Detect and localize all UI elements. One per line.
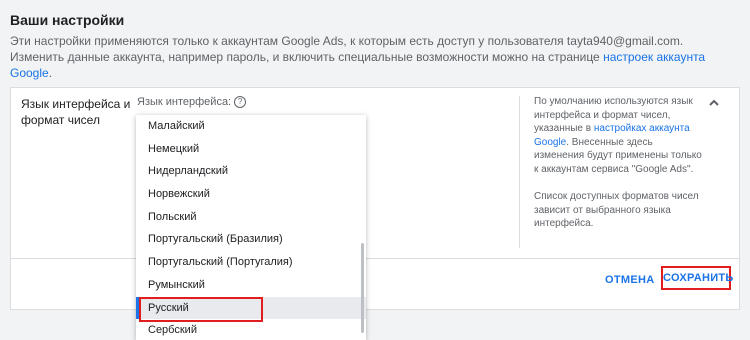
language-settings-card: Язык интерфейса и формат чисел Язык инте…	[10, 87, 740, 310]
dropdown-scrollbar[interactable]	[361, 243, 364, 333]
language-option[interactable]: Норвежский	[136, 183, 366, 206]
language-option[interactable]: Сербский	[136, 319, 366, 340]
settings-description: Эти настройки применяются только к аккау…	[10, 33, 740, 81]
language-option[interactable]: Малайский	[136, 115, 366, 138]
settings-header: Ваши настройки Эти настройки применяются…	[10, 10, 740, 81]
help-paragraph-2: Список доступных форматов чисел зависит …	[534, 191, 699, 229]
help-icon[interactable]: ?	[234, 96, 247, 108]
save-button[interactable]: СОХРАНИТЬ	[661, 266, 733, 290]
divider	[519, 96, 520, 248]
language-option[interactable]: Португальский (Португалия)	[136, 251, 366, 274]
language-option[interactable]: Португальский (Бразилия)	[136, 228, 366, 251]
footer-divider	[11, 258, 739, 259]
language-dropdown[interactable]: Малайский Немецкий Нидерландский Норвежс…	[136, 115, 366, 340]
help-paragraph-1: По умолчанию используются язык интерфейс…	[534, 95, 704, 176]
field-label: Язык интерфейса:	[137, 96, 232, 108]
language-option[interactable]: Немецкий	[136, 138, 366, 161]
page-title: Ваши настройки	[10, 12, 125, 28]
description-end: .	[48, 66, 53, 80]
language-option[interactable]: Румынский	[136, 274, 366, 297]
interface-language-field: Язык интерфейса:?	[137, 96, 247, 108]
cancel-button[interactable]: ОТМЕНА	[605, 274, 654, 286]
chevron-up-icon[interactable]	[707, 96, 721, 110]
language-option[interactable]: Нидерландский	[136, 160, 366, 183]
section-label: Язык интерфейса и формат чисел	[21, 97, 131, 127]
help-panel: По умолчанию используются язык интерфейс…	[534, 95, 704, 245]
description-text: Эти настройки применяются только к аккау…	[10, 34, 684, 64]
language-option[interactable]: Польский	[136, 206, 366, 229]
language-option-selected[interactable]: Русский	[136, 296, 366, 320]
